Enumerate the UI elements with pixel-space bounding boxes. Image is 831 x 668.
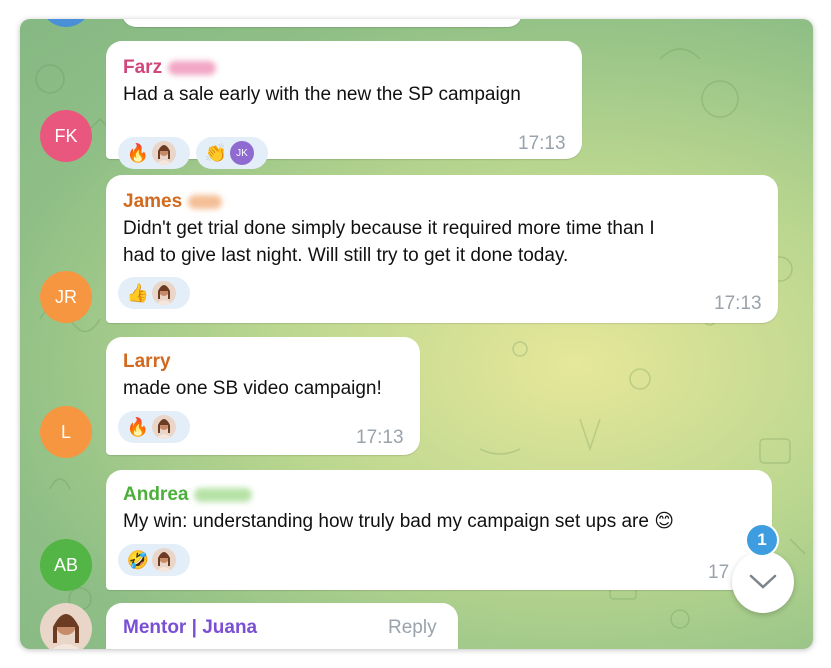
reaction-chip[interactable]: 🤣 [118, 544, 190, 576]
reactor-photo-avatar [152, 415, 176, 439]
clapping-hands-emoji-icon: 👏 [204, 142, 228, 163]
previous-message-bubble[interactable] [122, 19, 522, 27]
mentor-photo-avatar[interactable] [40, 603, 92, 649]
sender-avatar[interactable]: FK [40, 110, 92, 162]
reaction-chip[interactable]: 👏 JK [196, 137, 268, 169]
unread-count-badge: 1 [745, 523, 779, 557]
message-bubble[interactable]: Larry made one SB video campaign! 🔥 17:1… [106, 337, 420, 455]
rolling-laughing-emoji-icon: 🤣 [126, 549, 150, 570]
reactor-jk-avatar: JK [230, 141, 254, 165]
thumbs-up-emoji-icon: 👍 [126, 282, 150, 303]
sender-name[interactable]: James [123, 191, 223, 213]
sender-avatar[interactable]: AB [40, 539, 92, 591]
message-bubble[interactable]: Andrea My win: understanding how truly b… [106, 470, 772, 590]
message-text-line: had to give last night. Will still try t… [123, 245, 569, 266]
sender-name[interactable]: Farz [123, 57, 217, 79]
sender-avatar[interactable]: L [40, 406, 92, 458]
sender-name-text[interactable]: James [123, 191, 182, 212]
blurred-surname [194, 487, 253, 502]
sender-avatar[interactable]: JR [40, 271, 92, 323]
blurred-surname [188, 194, 223, 209]
chevron-down-icon [749, 574, 777, 589]
message-bubble[interactable]: Mentor | Juana Reply [106, 603, 458, 649]
reactor-photo-avatar [152, 141, 176, 165]
message-text-line: Didn't get trial done simply because it … [123, 218, 655, 239]
sender-name[interactable]: Larry [123, 351, 171, 373]
reaction-chip[interactable]: 🔥 [118, 411, 190, 443]
message-text: Had a sale early with the new the SP cam… [123, 84, 521, 105]
sender-name[interactable]: Mentor | Juana [123, 617, 257, 639]
reply-link[interactable]: Reply [388, 617, 437, 639]
message-time: 17:13 [356, 427, 404, 448]
fire-emoji-icon: 🔥 [126, 142, 150, 163]
blurred-surname [168, 60, 217, 75]
message-text: made one SB video campaign! [123, 378, 382, 399]
chat-area[interactable]: Farz Had a sale early with the new the S… [20, 19, 813, 649]
message-bubble[interactable]: Farz Had a sale early with the new the S… [106, 41, 582, 169]
sender-name-text[interactable]: Farz [123, 57, 162, 78]
sender-name-text[interactable]: Andrea [123, 484, 188, 505]
sender-name[interactable]: Andrea [123, 484, 253, 506]
message-bubble[interactable]: James Didn't get trial done simply becau… [106, 175, 778, 323]
reactor-photo-avatar [152, 548, 176, 572]
message-time: 17:13 [518, 133, 566, 154]
reaction-chip[interactable]: 🔥 [118, 137, 190, 169]
fire-emoji-icon: 🔥 [126, 416, 150, 437]
message-text: My win: understanding how truly bad my c… [123, 511, 675, 532]
message-time: 17 [708, 562, 730, 583]
reactor-photo-avatar [152, 281, 176, 305]
reaction-chip[interactable]: 👍 [118, 277, 190, 309]
message-time: 17:13 [714, 293, 762, 314]
scroll-down-button[interactable] [732, 551, 794, 613]
